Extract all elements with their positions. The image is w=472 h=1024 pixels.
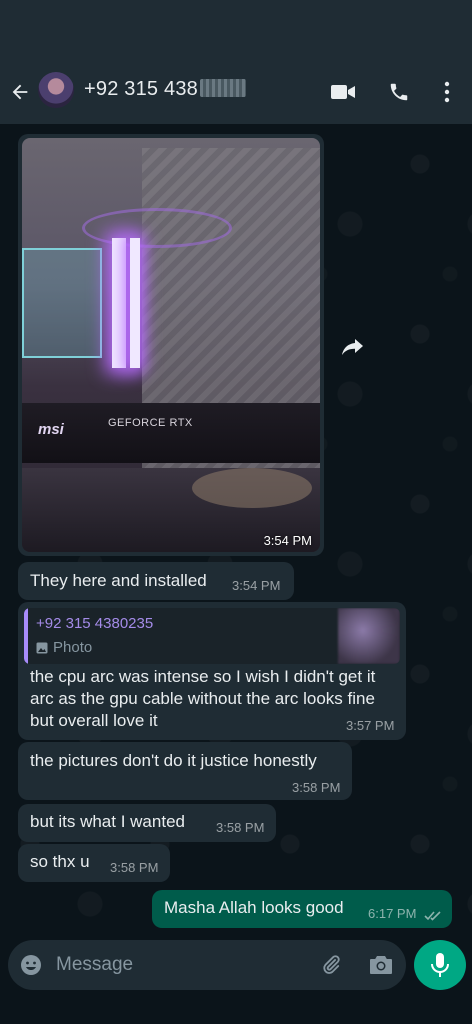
phone-icon[interactable]	[384, 76, 414, 108]
status-bar	[0, 0, 472, 60]
camera-icon[interactable]	[368, 952, 394, 978]
message-time: 6:17 PM	[368, 906, 417, 921]
text-message[interactable]: They here and installed 3:54 PM	[18, 562, 294, 600]
reply-message[interactable]: +92 315 4380235 Photo the cpu arc was in…	[18, 602, 406, 740]
quote-bar	[24, 608, 28, 664]
photo-icon	[36, 642, 48, 653]
emoji-icon[interactable]	[18, 952, 44, 978]
quote-thumbnail	[338, 608, 400, 664]
mic-button[interactable]	[414, 940, 466, 990]
message-time: 3:54 PM	[263, 533, 312, 548]
back-arrow-icon[interactable]	[6, 76, 34, 108]
input-bar	[0, 940, 472, 1024]
message-time: 3:58 PM	[216, 820, 265, 835]
text-message[interactable]: the pictures don't do it justice honestl…	[18, 742, 352, 800]
message-time: 3:57 PM	[346, 718, 395, 733]
text-message[interactable]: so thx u 3:58 PM	[18, 844, 170, 882]
text-message[interactable]: but its what I wanted 3:58 PM	[18, 804, 276, 842]
video-call-icon[interactable]	[328, 76, 358, 108]
message-text: so thx u	[30, 852, 90, 871]
message-text: They here and installed	[30, 571, 207, 590]
mic-icon	[431, 953, 449, 977]
message-text: Masha Allah looks good	[164, 898, 344, 917]
quote-kind: Photo	[36, 639, 92, 656]
message-input[interactable]	[56, 952, 306, 978]
message-text: the cpu arc was intense so I wish I didn…	[30, 667, 376, 730]
message-text: but its what I wanted	[30, 812, 185, 831]
quote-kind-text: Photo	[53, 639, 93, 656]
photo-message[interactable]: msi GEFORCE RTX 3:54 PM	[18, 134, 324, 556]
outgoing-message[interactable]: Masha Allah looks good 6:17 PM	[152, 890, 452, 928]
contact-name-text: +92 315 438	[84, 78, 198, 100]
pc-build-photo[interactable]: msi GEFORCE RTX	[22, 138, 320, 552]
chat-area[interactable]: msi GEFORCE RTX 3:54 PM They here and in…	[0, 124, 472, 940]
message-time: 3:58 PM	[110, 860, 159, 875]
double-check-icon	[424, 908, 442, 926]
message-time: 3:54 PM	[232, 578, 281, 593]
redacted-digits	[199, 79, 246, 97]
message-input-box[interactable]	[8, 940, 406, 990]
contact-name[interactable]: +92 315 438	[84, 78, 246, 101]
quoted-message[interactable]: +92 315 4380235 Photo	[24, 608, 400, 664]
photo-gpu-text: GEFORCE RTX	[108, 417, 193, 429]
forward-icon[interactable]	[336, 330, 370, 364]
avatar[interactable]	[38, 72, 74, 108]
more-options-icon[interactable]	[432, 76, 462, 108]
quote-sender: +92 315 4380235	[36, 615, 154, 632]
message-text: the pictures don't do it justice honestl…	[30, 751, 317, 770]
chat-header: +92 315 438	[0, 60, 472, 124]
attach-icon[interactable]	[318, 952, 344, 978]
message-time: 3:58 PM	[292, 780, 341, 795]
photo-brand-text: msi	[38, 421, 64, 438]
